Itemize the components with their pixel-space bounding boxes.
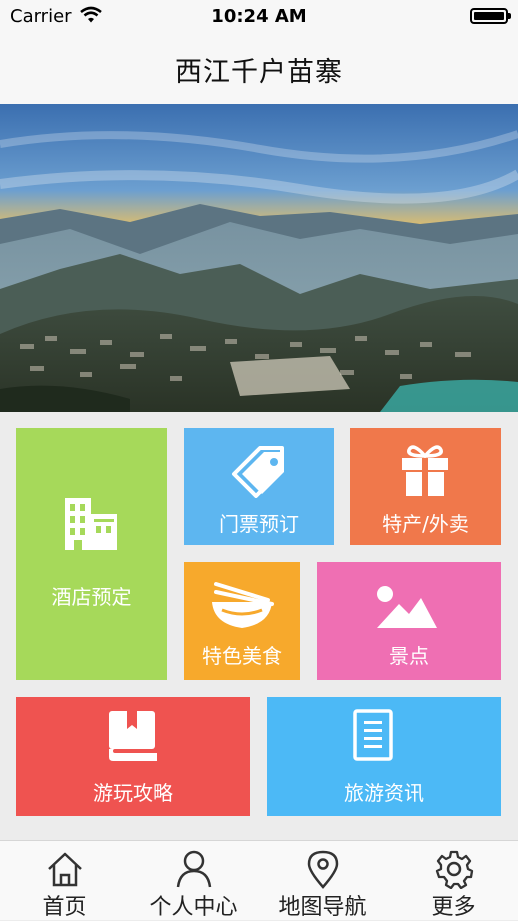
- bottom-tab-bar: 首页 个人中心 地图导航 更多: [0, 840, 518, 920]
- gear-icon: [435, 850, 474, 889]
- tab-map-navigation-label: 地图导航: [278, 895, 367, 920]
- bowl-chopsticks-icon: [212, 582, 274, 628]
- building-icon: [65, 498, 117, 550]
- local-food-tile[interactable]: 特色美食: [184, 562, 300, 680]
- local-food-label: 特色美食: [202, 644, 282, 668]
- page-title: 西江千户苗寨: [175, 57, 343, 88]
- hotel-booking-label: 酒店预定: [51, 585, 132, 609]
- tab-personal-center[interactable]: 个人中心: [129, 841, 258, 921]
- tab-more[interactable]: 更多: [389, 841, 518, 921]
- travel-news-tile[interactable]: 旅游资讯: [267, 697, 501, 816]
- battery-icon: [470, 8, 511, 24]
- gift-icon: [402, 445, 448, 496]
- ticket-booking-label: 门票预订: [219, 512, 299, 536]
- specialty-takeout-label: 特产/外卖: [382, 512, 469, 536]
- specialty-takeout-tile[interactable]: 特产/外卖: [350, 428, 501, 545]
- tab-personal-center-label: 个人中心: [149, 895, 238, 920]
- tab-map-navigation[interactable]: 地图导航: [258, 841, 387, 921]
- landscape-icon: [377, 586, 437, 628]
- status-bar: Carrier 10:24 AM: [0, 0, 518, 34]
- banner-image: [0, 104, 518, 412]
- tab-home-label: 首页: [42, 895, 87, 920]
- hotel-booking-tile[interactable]: 酒店预定: [16, 428, 167, 680]
- tab-more-label: 更多: [431, 895, 476, 920]
- tab-home[interactable]: 首页: [0, 841, 129, 921]
- ticket-tag-icon: [232, 446, 284, 498]
- travel-news-label: 旅游资讯: [344, 781, 424, 805]
- travel-guide-tile[interactable]: 游玩攻略: [16, 697, 250, 816]
- map-pin-icon: [307, 850, 339, 889]
- ticket-booking-tile[interactable]: 门票预订: [184, 428, 334, 545]
- book-icon: [109, 711, 157, 761]
- scenic-spots-label: 景点: [389, 644, 429, 668]
- home-icon: [48, 852, 82, 887]
- scenic-spots-tile[interactable]: 景点: [317, 562, 501, 680]
- document-icon: [353, 709, 393, 761]
- person-icon: [176, 850, 212, 888]
- navigation-bar: 西江千户苗寨: [0, 34, 518, 104]
- status-time: 10:24 AM: [211, 6, 307, 27]
- travel-guide-label: 游玩攻略: [93, 781, 173, 805]
- banner-carousel[interactable]: [0, 104, 518, 412]
